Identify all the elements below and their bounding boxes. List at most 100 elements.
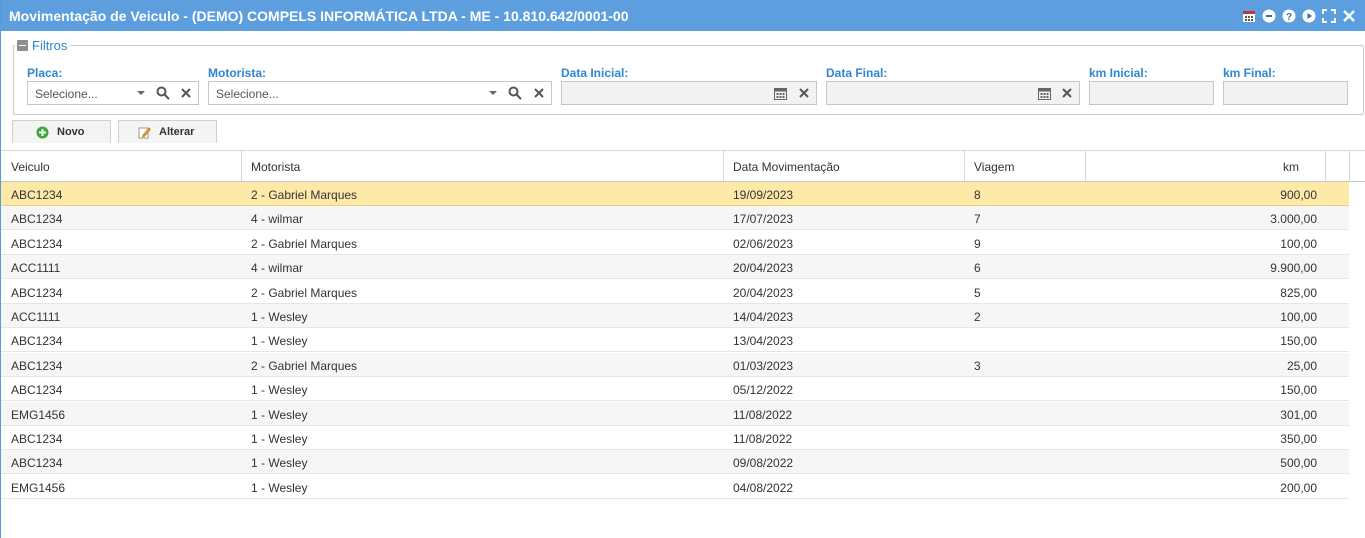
table-row[interactable]: ABC1234 2 - Gabriel Marques 01/03/2023 3 25,… (1, 352, 1349, 377)
placa-combo[interactable]: Selecione... (27, 81, 199, 105)
table-row[interactable]: ABC1234 2 - Gabriel Marques 02/06/2023 9 100… (1, 230, 1349, 255)
km-inicial-label: km Inicial: (1089, 66, 1148, 80)
chevron-down-icon[interactable] (486, 86, 500, 100)
window-title: Movimentação de Veiculo - (DEMO) COMPELS… (9, 8, 629, 24)
filters-toggle[interactable]: Filtros (15, 37, 71, 53)
column-header-data[interactable]: Data Movimentação (724, 151, 965, 182)
table-row[interactable]: ABC1234 2 - Gabriel Marques 20/04/2023 5 825… (1, 279, 1349, 304)
table-row[interactable]: ABC1234 1 - Wesley 09/08/2022 500,00 (1, 450, 1349, 475)
cell-viagem: 7 (974, 212, 981, 227)
motorista-combo[interactable]: Selecione... (208, 81, 552, 105)
calendar-icon[interactable] (1241, 8, 1256, 23)
cell-motorista: 1 - Wesley (251, 383, 308, 398)
cell-km: 150,00 (1280, 383, 1317, 398)
cell-data: 20/04/2023 (733, 261, 794, 276)
cell-motorista: 1 - Wesley (251, 334, 308, 349)
column-header-motorista[interactable]: Motorista (242, 151, 724, 182)
cell-viagem: 8 (974, 188, 981, 202)
minimize-icon[interactable] (1261, 8, 1276, 23)
alterar-label: Alterar (159, 126, 195, 138)
search-icon[interactable] (156, 86, 170, 100)
cell-veiculo: ABC1234 (11, 334, 63, 349)
cell-motorista: 4 - wilmar (251, 261, 304, 276)
cell-km: 3.000,00 (1270, 212, 1317, 227)
clear-icon[interactable] (797, 86, 811, 100)
cell-km: 825,00 (1280, 285, 1317, 300)
data-inicial-label: Data Inicial: (561, 66, 629, 80)
cell-motorista: 2 - Gabriel Marques (251, 285, 358, 300)
table-row[interactable]: ABC1234 1 - Wesley 11/08/2022 350,00 (1, 426, 1349, 450)
motorista-label: Motorista: (208, 66, 266, 80)
cell-motorista: 2 - Gabriel Marques (251, 236, 358, 251)
search-icon[interactable] (508, 86, 522, 100)
filters-legend-label: Filtros (32, 37, 68, 53)
clear-icon[interactable] (532, 86, 546, 100)
motorista-placeholder: Selecione... (216, 87, 279, 101)
table-row[interactable]: ABC1234 2 - Gabriel Marques 19/09/2023 8 900… (1, 182, 1349, 206)
cell-data: 01/03/2023 (733, 358, 794, 373)
cell-veiculo: EMG1456 (11, 407, 66, 422)
km-final-label: km Final: (1223, 66, 1276, 80)
cell-veiculo: ABC1234 (11, 456, 63, 471)
add-icon (36, 126, 49, 139)
placa-label: Placa: (27, 66, 63, 80)
play-icon[interactable] (1301, 8, 1316, 23)
calendar-icon[interactable] (1037, 86, 1051, 100)
column-header-veiculo[interactable]: Veiculo (1, 151, 242, 182)
column-header-label: km (1283, 160, 1299, 174)
cell-km: 500,00 (1280, 456, 1317, 471)
cell-veiculo: ABC1234 (11, 212, 63, 227)
cell-km: 25,00 (1286, 358, 1317, 373)
cell-veiculo: ABC1234 (11, 188, 63, 202)
cell-km: 100,00 (1280, 236, 1317, 251)
cell-viagem: 3 (974, 358, 981, 373)
cell-viagem: 5 (974, 285, 981, 300)
cell-km: 150,00 (1280, 334, 1317, 349)
cell-veiculo: ACC1111 (11, 261, 61, 276)
placa-placeholder: Selecione... (35, 87, 98, 101)
help-icon[interactable]: ? (1281, 8, 1296, 23)
column-header-viagem[interactable]: Viagem (965, 151, 1086, 182)
table-row[interactable]: EMG1456 1 - Wesley 11/08/2022 301,00 (1, 401, 1349, 426)
collapse-icon (17, 39, 28, 51)
cell-data: 20/04/2023 (733, 285, 794, 300)
cell-km: 9.900,00 (1270, 261, 1317, 276)
edit-icon (138, 126, 151, 139)
table-row[interactable]: ACC1111 4 - wilmar 20/04/2023 6 9.900,00 (1, 255, 1349, 280)
novo-button[interactable]: Novo (12, 120, 111, 143)
data-inicial-field[interactable] (561, 81, 817, 105)
calendar-icon[interactable] (773, 86, 787, 100)
data-final-field[interactable] (826, 81, 1080, 105)
table-row[interactable]: ABC1234 4 - wilmar 17/07/2023 7 3.000,00 (1, 206, 1349, 231)
close-icon[interactable] (1341, 8, 1356, 23)
table-row[interactable]: EMG1456 1 - Wesley 04/08/2022 200,00 (1, 474, 1349, 499)
column-header-label: Motorista (251, 160, 301, 174)
cell-motorista: 1 - Wesley (251, 407, 308, 422)
km-final-field[interactable] (1223, 81, 1348, 105)
clear-icon[interactable] (179, 86, 193, 100)
table-row[interactable]: ABC1234 1 - Wesley 05/12/2022 150,00 (1, 377, 1349, 402)
cell-data: 19/09/2023 (733, 188, 794, 202)
table-row[interactable]: ABC1234 1 - Wesley 13/04/2023 150,00 (1, 328, 1349, 353)
cell-data: 02/06/2023 (733, 236, 794, 251)
title-bar-icons: ? (1241, 8, 1356, 23)
cell-data: 09/08/2022 (733, 456, 794, 471)
cell-data: 11/08/2022 (733, 407, 793, 422)
km-inicial-field[interactable] (1089, 81, 1214, 105)
table-row[interactable]: ACC1111 1 - Wesley 14/04/2023 2 100,00 (1, 304, 1349, 328)
cell-veiculo: ABC1234 (11, 383, 63, 398)
clear-icon[interactable] (1060, 86, 1074, 100)
cell-veiculo: ABC1234 (11, 432, 63, 446)
alterar-button[interactable]: Alterar (118, 120, 217, 143)
cell-km: 200,00 (1280, 480, 1317, 495)
maximize-icon[interactable] (1321, 8, 1336, 23)
column-header-label: Viagem (974, 160, 1015, 174)
cell-veiculo: ACC1111 (11, 310, 61, 324)
column-header-km[interactable]: km (1086, 151, 1326, 182)
chevron-down-icon[interactable] (134, 86, 148, 100)
novo-label: Novo (57, 126, 85, 138)
cell-data: 17/07/2023 (733, 212, 794, 227)
cell-viagem: 2 (974, 310, 981, 324)
cell-motorista: 1 - Wesley (251, 310, 308, 324)
cell-motorista: 2 - Gabriel Marques (251, 358, 358, 373)
